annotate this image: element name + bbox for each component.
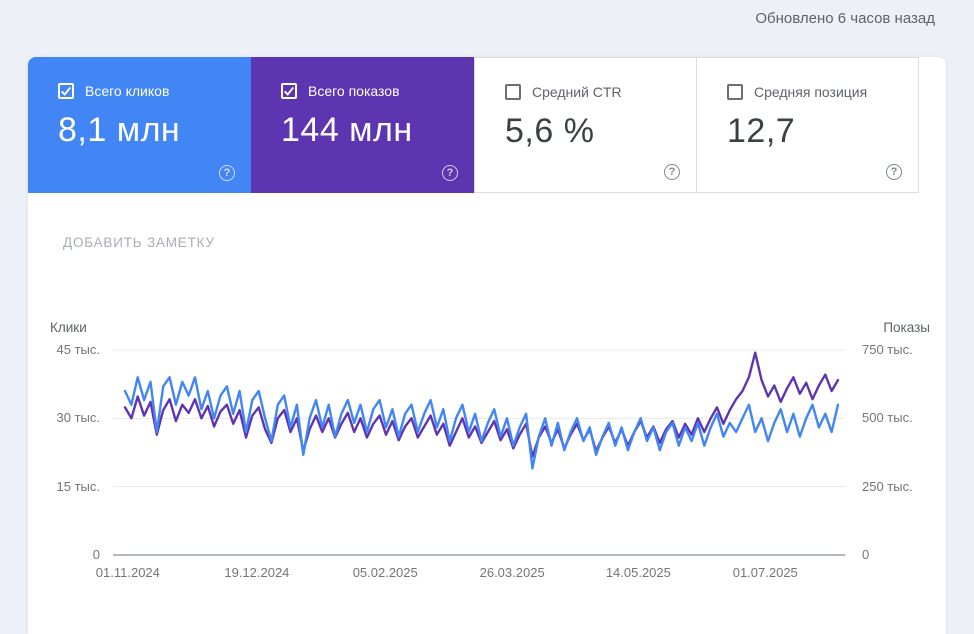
checkmark-icon — [283, 85, 295, 97]
left-axis-tick: 45 тыс. — [28, 342, 100, 357]
metric-card-avg-ctr[interactable]: Средний CTR 5,6 % ? — [474, 57, 697, 193]
metric-card-avg-position[interactable]: Средняя позиция 12,7 ? — [696, 57, 919, 193]
impressions-checkbox[interactable] — [281, 83, 297, 99]
left-axis-tick: 15 тыс. — [28, 479, 100, 494]
checkmark-icon — [60, 85, 72, 97]
x-axis-date-label: 01.07.2025 — [718, 565, 812, 580]
metric-card-row: Всего кликов 8,1 млн ? Всего показов 144… — [28, 57, 946, 193]
left-axis-tick: 30 тыс. — [28, 410, 100, 425]
help-icon[interactable]: ? — [442, 165, 458, 181]
metric-label: Средний CTR — [532, 84, 622, 100]
clicks-checkbox[interactable] — [58, 83, 74, 99]
help-icon[interactable]: ? — [886, 164, 902, 180]
metric-value: 12,7 — [727, 112, 918, 151]
chart-area: Клики Показы 45 тыс.30 тыс.15 тыс.0750 т… — [28, 315, 946, 634]
metric-label: Всего показов — [308, 83, 400, 99]
metric-label: Средняя позиция — [754, 84, 867, 100]
position-checkbox[interactable] — [727, 84, 743, 100]
add-note-button[interactable]: ДОБАВИТЬ ЗАМЕТКУ — [63, 227, 215, 258]
right-axis-tick: 500 тыс. — [862, 410, 913, 425]
performance-line-chart[interactable] — [28, 315, 946, 634]
right-axis-tick: 0 — [862, 547, 869, 562]
metric-label: Всего кликов — [85, 83, 169, 99]
x-axis-date-label: 26.03.2025 — [465, 565, 559, 580]
metric-value: 8,1 млн — [58, 111, 251, 150]
x-axis-date-label: 01.11.2024 — [81, 565, 175, 580]
last-updated-text: Обновлено 6 часов назад — [755, 10, 935, 27]
right-axis-tick: 750 тыс. — [862, 342, 913, 357]
right-axis-tick: 250 тыс. — [862, 479, 913, 494]
help-icon[interactable]: ? — [664, 164, 680, 180]
metric-card-total-clicks[interactable]: Всего кликов 8,1 млн ? — [28, 57, 251, 193]
metric-value: 144 млн — [281, 111, 474, 150]
metric-card-total-impressions[interactable]: Всего показов 144 млн ? — [251, 57, 474, 193]
x-axis-date-label: 05.02.2025 — [338, 565, 432, 580]
x-axis-date-label: 19.12.2024 — [210, 565, 304, 580]
metric-value: 5,6 % — [505, 112, 696, 151]
help-icon[interactable]: ? — [219, 165, 235, 181]
left-axis-tick: 0 — [28, 547, 100, 562]
ctr-checkbox[interactable] — [505, 84, 521, 100]
performance-panel: Всего кликов 8,1 млн ? Всего показов 144… — [28, 57, 946, 634]
x-axis-date-label: 14.05.2025 — [591, 565, 685, 580]
